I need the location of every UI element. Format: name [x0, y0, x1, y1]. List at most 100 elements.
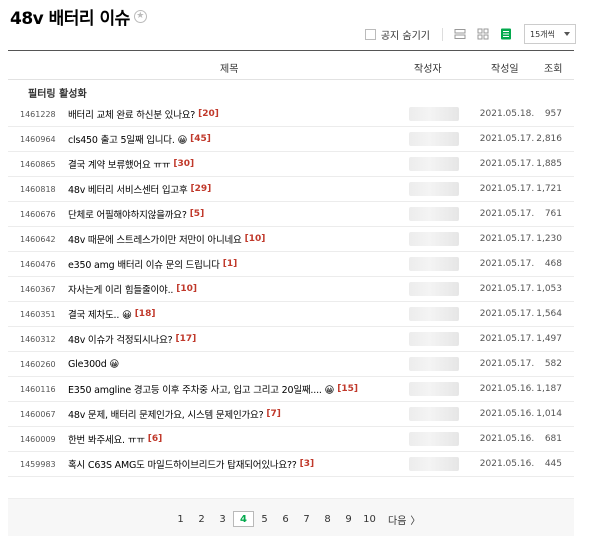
article-title-link[interactable]: cls450 출고 5일째 입니다. 😀	[68, 132, 187, 146]
article-subject[interactable]: 한번 봐주세요. ㅠㅠ [6]	[68, 427, 388, 451]
author-blurred	[409, 332, 459, 346]
table-row[interactable]: 1460964 cls450 출고 5일째 입니다. 😀 [45] 2021.05.1…	[8, 127, 574, 152]
page-link-6[interactable]: 6	[275, 511, 296, 527]
article-board: 제목 작성자 작성일 조회 필터링 활성화 1461228 배터리 교체 완료 하…	[8, 50, 574, 477]
article-author[interactable]	[400, 302, 468, 326]
star-icon[interactable]: ★	[133, 9, 147, 23]
article-author[interactable]	[400, 177, 468, 201]
page-link-3[interactable]: 3	[212, 511, 233, 527]
table-row[interactable]: 1460367 자사는게 이리 힘들줄이야.. [10] 2021.05.17. 1,0…	[8, 277, 574, 302]
author-blurred	[409, 232, 459, 246]
comment-count[interactable]: [7]	[266, 409, 281, 419]
article-title-link[interactable]: 48v 때문에 스트레스가이만 저만이 아니네요	[68, 232, 242, 246]
table-row[interactable]: 1460116 E350 amgline 경고등 이후 주차중 사고, 입고 그리…	[8, 377, 574, 402]
article-author[interactable]	[400, 252, 468, 276]
page-link-2[interactable]: 2	[191, 511, 212, 527]
article-subject[interactable]: e350 amg 배터리 이슈 문의 드립니다 [1]	[68, 252, 388, 276]
article-subject[interactable]: 배터리 교체 완료 하신분 있나요? [20]	[68, 102, 388, 126]
comment-count[interactable]: [30]	[173, 159, 194, 169]
article-title-link[interactable]: Gle300d 😀	[68, 359, 119, 370]
article-subject[interactable]: 48v 때문에 스트레스가이만 저만이 아니네요 [10]	[68, 227, 388, 251]
page-size-select[interactable]: 15개씩	[524, 24, 576, 44]
comment-count[interactable]: [18]	[135, 309, 156, 319]
article-author[interactable]	[400, 427, 468, 451]
article-title-link[interactable]: 배터리 교체 완료 하신분 있나요?	[68, 107, 195, 121]
article-date: 2021.05.17.	[479, 234, 535, 244]
hide-notice-checkbox[interactable]	[364, 28, 376, 40]
comment-count[interactable]: [1]	[223, 259, 238, 269]
table-row[interactable]: 1460818 48v 베터리 서비스센터 입고후 [29] 2021.05.17. 1…	[8, 177, 574, 202]
article-subject[interactable]: 결국 계약 보류했어요 ㅠㅠ [30]	[68, 152, 388, 176]
table-row[interactable]: 1459983 혹시 C63S AMG도 마일드하이브리드가 탑재되어있나요??[…	[8, 452, 574, 477]
album-view-icon[interactable]	[476, 27, 490, 41]
list-view-icon[interactable]	[499, 27, 513, 41]
article-title-link[interactable]: 한번 봐주세요. ㅠㅠ	[68, 432, 145, 446]
article-subject[interactable]: 결국 제차도.. 😀 [18]	[68, 302, 388, 326]
article-title-link[interactable]: 결국 제차도.. 😀	[68, 307, 132, 321]
article-title-link[interactable]: 48v 베터리 서비스센터 입고후	[68, 182, 188, 196]
page-link-8[interactable]: 8	[317, 511, 338, 527]
article-subject[interactable]: 48v 문제, 배터리 문제인가요, 시스템 문제인가요? [7]	[68, 402, 388, 426]
comment-count[interactable]: [15]	[337, 384, 358, 394]
table-row[interactable]: 1460260 Gle300d 😀 2021.05.17. 582	[8, 352, 574, 377]
article-views: 1,885	[536, 159, 562, 169]
article-author[interactable]	[400, 152, 468, 176]
table-row[interactable]: 1460676 단체로 어필해야하지않을까요? [5] 2021.05.17. 761	[8, 202, 574, 227]
author-blurred	[409, 157, 459, 171]
comment-count[interactable]: [3]	[300, 459, 315, 469]
article-author[interactable]	[400, 352, 468, 376]
article-subject[interactable]: 48v 베터리 서비스센터 입고후 [29]	[68, 177, 388, 201]
article-subject[interactable]: E350 amgline 경고등 이후 주차중 사고, 입고 그리고 20일째.…	[68, 377, 388, 401]
table-row[interactable]: 1460351 결국 제차도.. 😀 [18] 2021.05.17. 1,564	[8, 302, 574, 327]
comment-count[interactable]: [10]	[176, 284, 197, 294]
table-row[interactable]: 1460476 e350 amg 배터리 이슈 문의 드립니다 [1] 2021.05…	[8, 252, 574, 277]
article-author[interactable]	[400, 127, 468, 151]
article-title-link[interactable]: 혹시 C63S AMG도 마일드하이브리드가 탑재되어있나요??	[68, 457, 297, 471]
article-subject[interactable]: 48v 이슈가 걱정되시나요? [17]	[68, 327, 388, 351]
article-subject[interactable]: 혹시 C63S AMG도 마일드하이브리드가 탑재되어있나요?? [3]	[68, 452, 388, 476]
article-subject[interactable]: cls450 출고 5일째 입니다. 😀 [45]	[68, 127, 388, 151]
article-title-link[interactable]: 48v 문제, 배터리 문제인가요, 시스템 문제인가요?	[68, 407, 264, 421]
comment-count[interactable]: [17]	[175, 334, 196, 344]
comment-count[interactable]: [6]	[148, 434, 163, 444]
card-view-icon[interactable]	[453, 27, 467, 41]
comment-count[interactable]: [5]	[190, 209, 205, 219]
table-row[interactable]: 1460642 48v 때문에 스트레스가이만 저만이 아니네요 [10] 2021.…	[8, 227, 574, 252]
page-link-1[interactable]: 1	[170, 511, 191, 527]
article-title-link[interactable]: 자사는게 이리 힘들줄이야..	[68, 282, 173, 296]
article-author[interactable]	[400, 102, 468, 126]
article-author[interactable]	[400, 327, 468, 351]
article-author[interactable]	[400, 452, 468, 476]
article-title-link[interactable]: e350 amg 배터리 이슈 문의 드립니다	[68, 257, 220, 271]
article-author[interactable]	[400, 202, 468, 226]
article-subject[interactable]: 자사는게 이리 힘들줄이야.. [10]	[68, 277, 388, 301]
article-author[interactable]	[400, 277, 468, 301]
table-row[interactable]: 1461228 배터리 교체 완료 하신분 있나요? [20] 2021.05.18.…	[8, 102, 574, 127]
article-title-link[interactable]: E350 amgline 경고등 이후 주차중 사고, 입고 그리고 20일째.…	[68, 382, 334, 396]
table-row[interactable]: 1460312 48v 이슈가 걱정되시나요? [17] 2021.05.17. 1,4…	[8, 327, 574, 352]
hide-notice-toggle[interactable]: 공지 숨기기	[364, 27, 430, 42]
comment-count[interactable]: [20]	[198, 109, 219, 119]
table-row[interactable]: 1460865 결국 계약 보류했어요 ㅠㅠ [30] 2021.05.17. 1,88…	[8, 152, 574, 177]
table-row[interactable]: 1460009 한번 봐주세요. ㅠㅠ [6] 2021.05.16. 681	[8, 427, 574, 452]
next-page-button[interactable]: 다음 〉	[388, 512, 420, 527]
article-author[interactable]	[400, 402, 468, 426]
page-link-10[interactable]: 10	[359, 511, 380, 527]
table-row[interactable]: 1460067 48v 문제, 배터리 문제인가요, 시스템 문제인가요? [7] 2…	[8, 402, 574, 427]
comment-count[interactable]: [45]	[190, 134, 211, 144]
page-link-4[interactable]: 4	[233, 511, 254, 527]
article-author[interactable]	[400, 227, 468, 251]
article-subject[interactable]: 단체로 어필해야하지않을까요? [5]	[68, 202, 388, 226]
article-views: 1,187	[536, 384, 562, 394]
article-title-link[interactable]: 단체로 어필해야하지않을까요?	[68, 207, 187, 221]
article-title-link[interactable]: 결국 계약 보류했어요 ㅠㅠ	[68, 157, 171, 171]
article-title-link[interactable]: 48v 이슈가 걱정되시나요?	[68, 332, 173, 346]
page-link-9[interactable]: 9	[338, 511, 359, 527]
article-subject[interactable]: Gle300d 😀	[68, 352, 388, 376]
comment-count[interactable]: [29]	[191, 184, 212, 194]
article-author[interactable]	[400, 377, 468, 401]
comment-count[interactable]: [10]	[245, 234, 266, 244]
article-date: 2021.05.17.	[479, 309, 535, 319]
page-link-7[interactable]: 7	[296, 511, 317, 527]
page-link-5[interactable]: 5	[254, 511, 275, 527]
